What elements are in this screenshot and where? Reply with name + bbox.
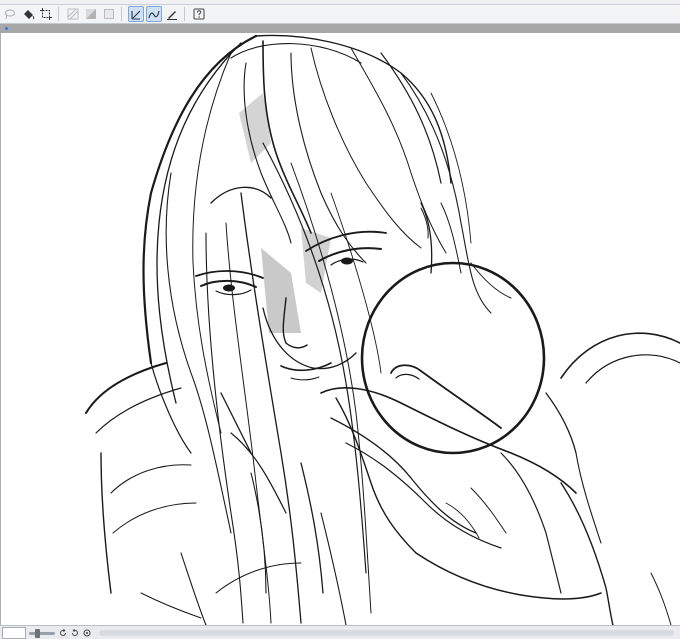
bucket-fill-icon[interactable] bbox=[20, 6, 36, 22]
crop-select-icon[interactable] bbox=[38, 6, 54, 22]
rotate-left-icon[interactable] bbox=[58, 629, 67, 638]
paint-app-window bbox=[0, 0, 680, 639]
lasso-fill-icon[interactable] bbox=[2, 6, 18, 22]
status-bar bbox=[0, 625, 680, 639]
gradient-icon[interactable] bbox=[83, 6, 99, 22]
curve-tool-icon[interactable] bbox=[146, 6, 162, 22]
hatch-pattern-icon[interactable] bbox=[65, 6, 81, 22]
help-icon[interactable] bbox=[191, 6, 207, 22]
zoom-input[interactable] bbox=[2, 627, 26, 639]
pen-correction-icon[interactable] bbox=[164, 6, 180, 22]
drawing-canvas[interactable] bbox=[1, 33, 680, 625]
zoom-slider[interactable] bbox=[29, 628, 55, 638]
toolbar-separator bbox=[121, 7, 122, 21]
zoom-slider-thumb[interactable] bbox=[35, 628, 40, 638]
line-art-drawing bbox=[85, 34, 680, 625]
square-icon[interactable] bbox=[101, 6, 117, 22]
canvas-position-marker bbox=[5, 27, 8, 30]
rotate-right-icon[interactable] bbox=[70, 629, 79, 638]
tool-bar bbox=[0, 5, 680, 24]
reset-view-icon[interactable] bbox=[82, 629, 91, 638]
canvas-frame-band bbox=[0, 24, 680, 33]
toolbar-separator bbox=[58, 7, 59, 21]
horizontal-scrollbar[interactable] bbox=[99, 630, 674, 636]
line-tool-icon[interactable] bbox=[128, 6, 144, 22]
toolbar-separator bbox=[184, 7, 185, 21]
